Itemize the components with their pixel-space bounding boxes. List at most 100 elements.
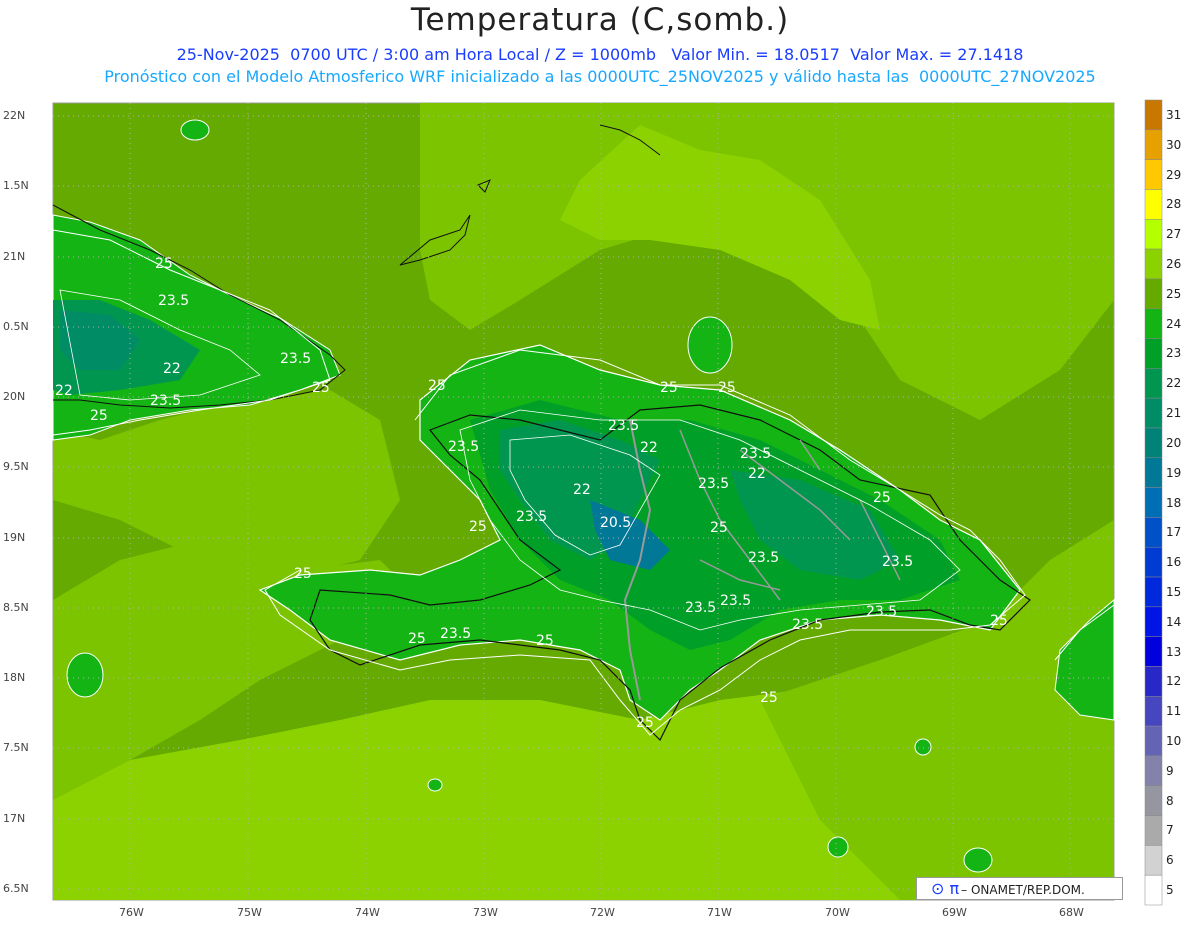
colorbar-label: 16 xyxy=(1166,555,1182,570)
colorbar-label: 25 xyxy=(1166,286,1182,301)
lon-label: 72W xyxy=(590,906,615,919)
lon-label: 70W xyxy=(825,906,850,919)
colorbar-swatch xyxy=(1144,576,1163,608)
colorbar-label: 19 xyxy=(1166,465,1182,480)
contour-label: 22 xyxy=(573,482,591,498)
contour-label: 23.5 xyxy=(698,476,729,492)
contour-label: 25 xyxy=(660,380,678,396)
contour-label: 23.5 xyxy=(608,418,639,434)
colorbar-label: 28 xyxy=(1166,197,1182,212)
colorbar-swatch xyxy=(1144,338,1163,369)
temperature-map: 25 23.5 23.5 22 25 22 23.5 25 25 25 25 2… xyxy=(52,99,1163,906)
colorbar-swatch xyxy=(1144,546,1163,578)
contour-label: 23.5 xyxy=(882,554,913,570)
colorbar xyxy=(1144,99,1163,906)
colorbar-label: 22 xyxy=(1166,376,1182,391)
contour-label: 20.5 xyxy=(600,515,631,531)
contour-label: 25 xyxy=(636,715,654,731)
contour-label: 25 xyxy=(428,378,446,394)
contour-label: 23.5 xyxy=(280,351,311,367)
colorbar-swatch xyxy=(1144,99,1163,131)
colorbar-label: 15 xyxy=(1166,584,1182,599)
lat-label: 21N xyxy=(3,250,26,263)
contour-label: 25 xyxy=(312,380,330,396)
contour-label: 23.5 xyxy=(516,509,547,525)
contour-label: 23.5 xyxy=(740,446,771,462)
colorbar-label: 12 xyxy=(1166,674,1182,689)
colorbar-label: 8 xyxy=(1166,793,1174,808)
colorbar-swatch xyxy=(1144,427,1163,459)
colorbar-label: 17 xyxy=(1166,525,1182,540)
colorbar-swatch xyxy=(1144,606,1163,637)
colorbar-label: 13 xyxy=(1166,644,1182,659)
land-small-island-e xyxy=(963,847,993,873)
contour-label: 23.5 xyxy=(448,439,479,455)
lon-label: 76W xyxy=(119,906,144,919)
colorbar-label: 26 xyxy=(1166,256,1182,271)
colorbar-swatch xyxy=(1144,189,1163,220)
onamet-logo: ⊙ π – ONAMET/REP.DOM. xyxy=(916,877,1123,900)
land-small-island-nw xyxy=(180,119,210,141)
lon-label: 68W xyxy=(1059,906,1084,919)
contour-label: 23.5 xyxy=(748,550,779,566)
contour-label: 23.5 xyxy=(866,604,897,620)
contour-label: 23.5 xyxy=(440,626,471,642)
colorbar-swatch xyxy=(1144,696,1163,727)
colorbar-swatch xyxy=(1144,487,1163,518)
colorbar-swatch xyxy=(1144,517,1163,548)
contour-label: 25 xyxy=(718,380,736,396)
contour-label: 22 xyxy=(163,361,181,377)
lat-label: 0.5N xyxy=(3,320,29,333)
land-small-island-se xyxy=(827,836,849,858)
colorbar-label: 21 xyxy=(1166,406,1182,421)
lat-label: 6.5N xyxy=(3,882,29,895)
colorbar-label: 11 xyxy=(1166,704,1182,719)
lat-label: 18N xyxy=(3,671,26,684)
colorbar-label: 18 xyxy=(1166,495,1182,510)
colorbar-swatch xyxy=(1144,874,1163,906)
contour-label: 25 xyxy=(90,408,108,424)
contour-label: 23.5 xyxy=(158,293,189,309)
contour-label: 23.5 xyxy=(685,600,716,616)
pi-logo-icon: ⊙ π xyxy=(931,879,960,898)
contour-label: 23.5 xyxy=(720,593,751,609)
land-small-island-sw xyxy=(66,652,104,698)
lat-label: 17N xyxy=(3,812,26,825)
colorbar-swatch xyxy=(1144,368,1163,399)
colorbar-label: 7 xyxy=(1166,823,1174,838)
contour-label: 25 xyxy=(710,520,728,536)
colorbar-swatch xyxy=(1144,129,1163,160)
lon-label: 75W xyxy=(237,906,262,919)
colorbar-label: 20 xyxy=(1166,435,1182,450)
lat-label: 1.5N xyxy=(3,179,29,192)
colorbar-swatch xyxy=(1144,397,1163,429)
colorbar-swatch xyxy=(1144,636,1163,667)
colorbar-label: 29 xyxy=(1166,167,1182,182)
colorbar-swatch xyxy=(1144,755,1163,786)
colorbar-label: 6 xyxy=(1166,853,1174,868)
colorbar-label: 23 xyxy=(1166,346,1182,361)
lat-label: 20N xyxy=(3,390,26,403)
land-small-island-s xyxy=(914,738,932,756)
contour-label: 25 xyxy=(155,256,173,272)
colorbar-label: 30 xyxy=(1166,137,1182,152)
lon-label: 74W xyxy=(355,906,380,919)
land-turks-island xyxy=(687,316,733,374)
contour-label: 25 xyxy=(873,490,891,506)
contour-label: 25 xyxy=(536,633,554,649)
lon-label: 73W xyxy=(473,906,498,919)
colorbar-swatch xyxy=(1144,666,1163,697)
lat-label: 22N xyxy=(3,109,26,122)
colorbar-swatch xyxy=(1144,815,1163,846)
contour-label: 25 xyxy=(469,519,487,535)
colorbar-swatch xyxy=(1144,278,1163,309)
colorbar-label: 9 xyxy=(1166,763,1174,778)
colorbar-swatch xyxy=(1144,308,1163,339)
colorbar-swatch xyxy=(1144,219,1163,250)
colorbar-swatch xyxy=(1144,845,1163,876)
lat-label: 19N xyxy=(3,531,26,544)
colorbar-swatch xyxy=(1144,785,1163,816)
colorbar-swatch xyxy=(1144,725,1163,757)
colorbar-swatch xyxy=(1144,248,1163,280)
contour-label: 23.5 xyxy=(150,393,181,409)
